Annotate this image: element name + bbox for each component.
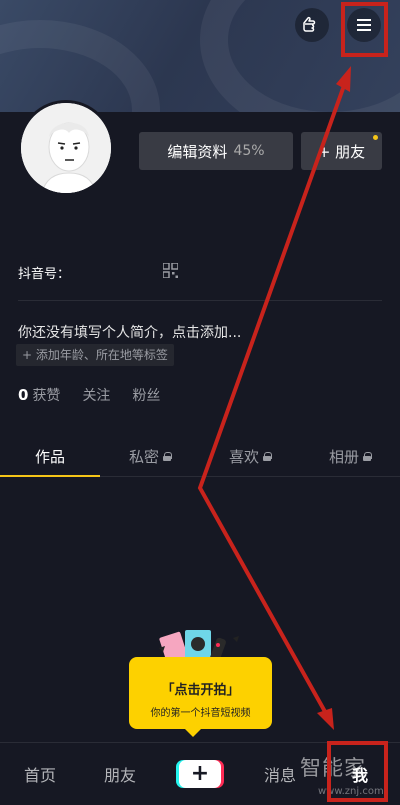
- tab-label: 喜欢: [228, 448, 259, 466]
- notification-dot: [373, 135, 378, 140]
- divider: [18, 300, 382, 301]
- add-tags-button[interactable]: + 添加年龄、所在地等标签: [16, 344, 174, 366]
- douyin-id-label: 抖音号：: [18, 267, 71, 282]
- hamburger-menu-icon: [357, 19, 371, 31]
- tooltip-title: 「点击开拍」: [161, 683, 240, 698]
- avatar[interactable]: [18, 100, 114, 196]
- plus-icon: +: [190, 761, 210, 786]
- add-friends-label: + 朋友: [317, 142, 366, 161]
- likes-count: 0: [18, 386, 29, 404]
- stats-row: 0 获赞 关注 粉丝: [18, 385, 160, 405]
- watermark-url: www.znj.com: [318, 786, 384, 797]
- profile-completion-percent: 45%: [233, 143, 265, 159]
- nav-create[interactable]: +: [160, 760, 240, 788]
- tab-label: 作品: [34, 448, 65, 466]
- create-button[interactable]: +: [179, 760, 221, 788]
- tab-likes[interactable]: 喜欢: [200, 437, 300, 476]
- bio-text[interactable]: 你还没有填写个人简介，点击添加...: [18, 322, 241, 342]
- start-shooting-tooltip[interactable]: 「点击开拍」 你的第一个抖音短视频: [129, 657, 272, 737]
- add-friends-button[interactable]: + 朋友: [301, 132, 382, 170]
- tab-private[interactable]: 私密: [100, 437, 200, 476]
- likes-stat[interactable]: 0 获赞: [18, 385, 60, 405]
- default-avatar-icon: [21, 103, 111, 193]
- content-tabs: 作品 私密 喜欢 相册: [0, 437, 400, 477]
- watermark-brand: 智能家: [300, 756, 366, 780]
- cover-decoration: [0, 20, 160, 112]
- lock-icon: [363, 452, 372, 461]
- hand-pointer-icon: [303, 16, 316, 32]
- likes-label: 获赞: [32, 388, 61, 404]
- nav-home[interactable]: 首页: [0, 762, 80, 786]
- tab-label: 相册: [328, 448, 359, 466]
- qr-code-icon[interactable]: [163, 263, 178, 278]
- followers-stat[interactable]: 粉丝: [132, 385, 160, 405]
- menu-button[interactable]: [347, 8, 381, 42]
- tooltip-subtitle: 你的第一个抖音短视频: [150, 708, 251, 719]
- tab-album[interactable]: 相册: [300, 437, 400, 476]
- tab-works[interactable]: 作品: [0, 437, 100, 477]
- following-stat[interactable]: 关注: [82, 385, 110, 405]
- edit-profile-button[interactable]: 编辑资料 45%: [139, 132, 293, 170]
- lock-icon: [263, 452, 272, 461]
- nav-friends[interactable]: 朋友: [80, 762, 160, 786]
- edit-profile-label: 编辑资料: [167, 142, 228, 161]
- pointer-button[interactable]: [295, 8, 329, 42]
- lock-icon: [163, 452, 172, 461]
- tab-label: 私密: [128, 448, 159, 466]
- profile-cover[interactable]: [0, 0, 400, 112]
